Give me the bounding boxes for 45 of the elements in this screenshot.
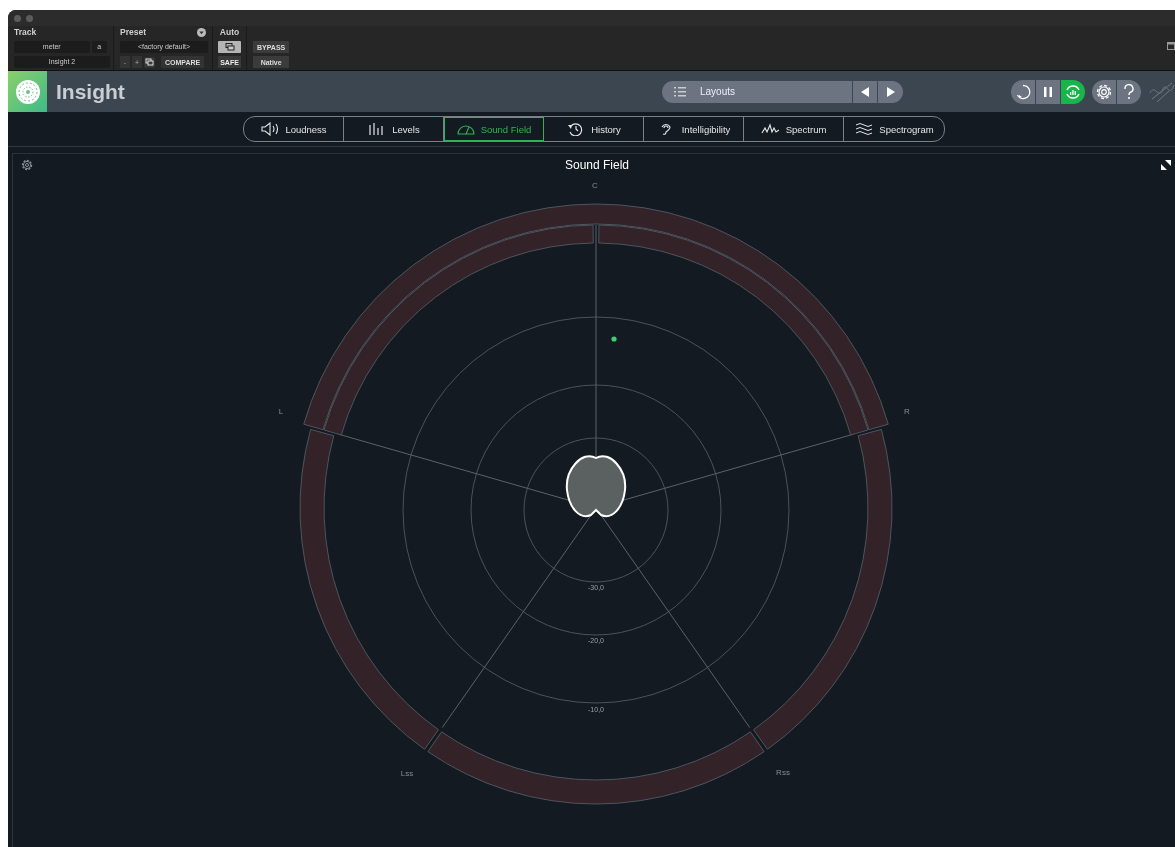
settings-button[interactable] [1092, 79, 1116, 104]
speaker-icon [260, 122, 281, 137]
auto-label: Auto [219, 27, 240, 39]
sync-icon [1064, 82, 1082, 101]
gauge-icon [455, 122, 476, 137]
reset-icon [1015, 83, 1031, 100]
view-tab[interactable]: Loudness [244, 117, 344, 142]
window-icon[interactable] [1167, 42, 1175, 51]
reset-button[interactable] [1011, 79, 1035, 104]
view-tab[interactable]: History [544, 117, 644, 142]
panel-title: Sound Field [564, 158, 629, 172]
automation-button[interactable] [218, 41, 241, 54]
channel-label: Rss [776, 768, 790, 777]
pause-icon [1043, 85, 1053, 98]
logo-icon [8, 71, 47, 113]
view-tab[interactable]: Intelligibility [644, 117, 744, 142]
channel-label: R [904, 407, 910, 416]
right-arrow-icon [885, 86, 896, 97]
layouts-dropdown[interactable]: Layouts [662, 80, 852, 103]
signature-icon [1149, 80, 1175, 103]
settings-icon [1095, 82, 1113, 101]
view-tab[interactable]: Levels [344, 117, 444, 142]
copy-icon [224, 43, 235, 52]
expand-icon[interactable] [1161, 160, 1171, 170]
help-button[interactable] [1117, 79, 1141, 104]
preset-menu-icon[interactable] [197, 28, 206, 38]
view-tab[interactable]: Spectrogram [844, 117, 944, 142]
copy-icon[interactable] [144, 56, 155, 68]
sync-button[interactable] [1061, 79, 1085, 104]
view-tab[interactable]: Sound Field [444, 117, 544, 142]
next-layout-button[interactable] [878, 80, 903, 103]
preset-label: Preset [120, 27, 146, 39]
channel-label: L [278, 407, 284, 416]
left-arrow-icon [860, 86, 870, 97]
pause-button[interactable] [1036, 79, 1060, 104]
plugin-title: Insight [56, 79, 125, 104]
spectrogram-icon [854, 122, 875, 137]
channel-label: C [592, 181, 598, 190]
help-icon [1123, 83, 1135, 100]
track-label: Track [14, 27, 38, 39]
view-tab[interactable]: Spectrum [744, 117, 844, 142]
channel-label: Lss [400, 769, 414, 778]
previous-layout-button[interactable] [853, 80, 877, 103]
list-icon [674, 86, 686, 97]
settings-icon[interactable] [21, 159, 33, 171]
